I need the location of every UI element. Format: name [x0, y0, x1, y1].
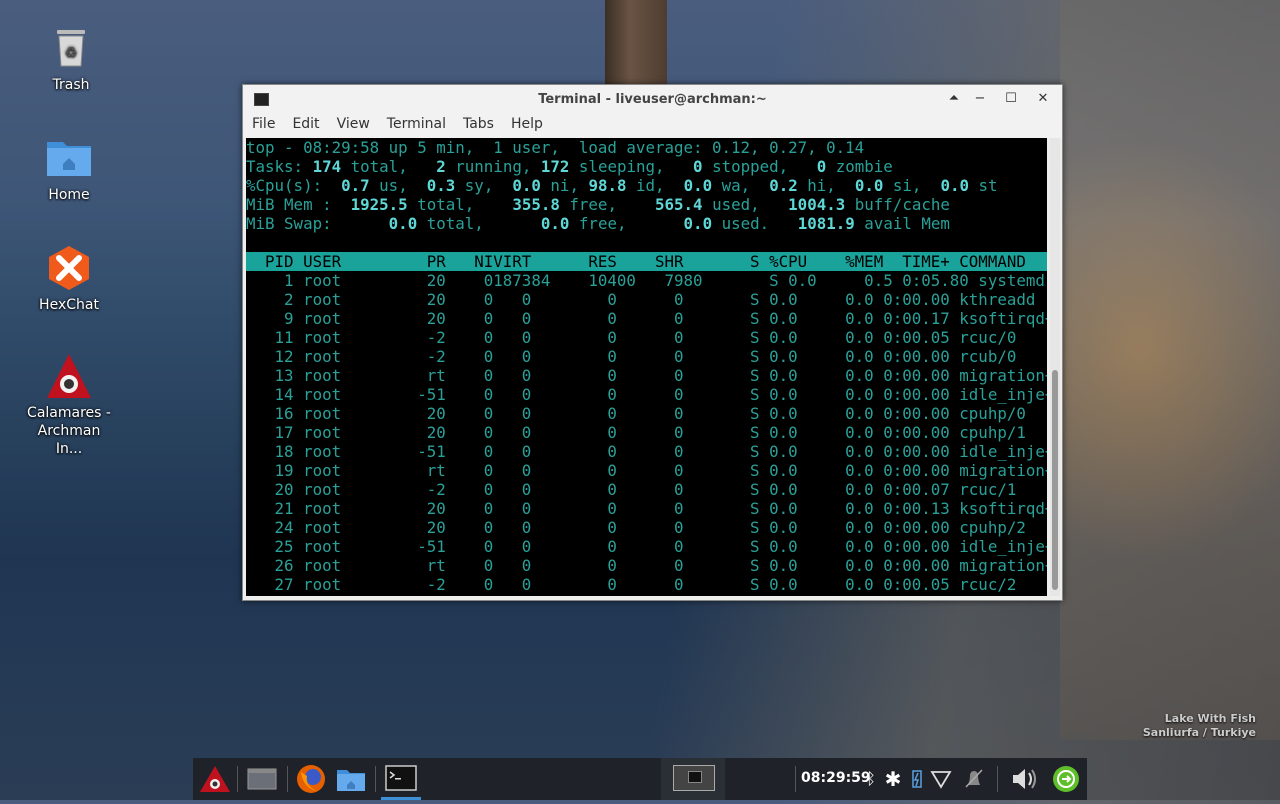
process-row: 27 root -2 0 0 0 0 S 0.0 0.0 0:00.05 rcu…: [246, 575, 1017, 594]
menu-terminal[interactable]: Terminal: [378, 113, 454, 132]
taskbar-separator: [997, 766, 998, 792]
show-desktop-icon[interactable]: [243, 758, 281, 800]
taskbar-separator: [287, 766, 288, 792]
process-row: 17 root 20 0 0 0 0 S 0.0 0.0 0:00.00 cpu…: [246, 423, 1026, 442]
top-swap-line: MiB Swap: 0.0 total, 0.0 free, 0.0 used.…: [246, 214, 950, 233]
menu-file[interactable]: File: [243, 113, 283, 132]
process-table-header: PID USER PR NIVIRT RES SHR S %CPU %MEM T…: [246, 252, 1047, 271]
process-row: 24 root 20 0 0 0 0 S 0.0 0.0 0:00.00 cpu…: [246, 518, 1026, 537]
top-cpu-line: %Cpu(s): 0.7 us, 0.3 sy, 0.0 ni, 98.8 id…: [246, 176, 998, 195]
process-row: 20 root -2 0 0 0 0 S 0.0 0.0 0:00.07 rcu…: [246, 480, 1017, 499]
workspace-1[interactable]: [673, 765, 715, 791]
desktop-icon-label: Calamares - Archman In...: [27, 405, 111, 457]
desktop-icon-hexchat[interactable]: HexChat: [24, 244, 114, 314]
workspace-switcher[interactable]: [661, 758, 725, 800]
shade-button[interactable]: ⏶: [943, 89, 965, 109]
close-button[interactable]: ✕: [1032, 89, 1054, 109]
desktop-icon-label: Home: [48, 187, 90, 203]
process-row: 14 root -51 0 0 0 0 S 0.0 0.0 0:00.00 id…: [246, 385, 1047, 404]
desktop-icon-label: Trash: [52, 77, 90, 93]
maximize-button[interactable]: ☐: [1000, 89, 1022, 109]
menu-bar: File Edit View Terminal Tabs Help: [243, 113, 1062, 138]
process-row: 12 root -2 0 0 0 0 S 0.0 0.0 0:00.00 rcu…: [246, 347, 1017, 366]
hexchat-icon: [45, 244, 93, 292]
taskbar: 08:29:59 ᛒ ✱: [193, 758, 1087, 800]
desktop-icon-home[interactable]: Home: [24, 134, 114, 204]
process-row: 16 root 20 0 0 0 0 S 0.0 0.0 0:00.00 cpu…: [246, 404, 1026, 423]
process-row: 11 root -2 0 0 0 0 S 0.0 0.0 0:00.05 rcu…: [246, 328, 1017, 347]
wallpaper-caption: Lake With Fish Sanliurfa / Turkiye: [1143, 712, 1256, 740]
top-uptime-line: top - 08:29:58 up 5 min, 1 user, load av…: [246, 138, 865, 157]
home-folder-icon: [45, 134, 93, 182]
taskbar-separator: [237, 766, 238, 792]
wifi-icon[interactable]: [929, 758, 953, 800]
wallpaper-pillar: [605, 0, 667, 90]
top-mem-line: MiB Mem : 1925.5 total, 355.8 free, 565.…: [246, 195, 950, 214]
process-row: 21 root 20 0 0 0 0 S 0.0 0.0 0:00.13 kso…: [246, 499, 1047, 518]
top-tasks-line: Tasks: 174 total, 2 running, 172 sleepin…: [246, 157, 893, 176]
terminal-output[interactable]: top - 08:29:58 up 5 min, 1 user, load av…: [246, 138, 1047, 596]
process-row: 18 root -51 0 0 0 0 S 0.0 0.0 0:00.00 id…: [246, 442, 1047, 461]
process-row: 26 root rt 0 0 0 0 S 0.0 0.0 0:00.00 mig…: [246, 556, 1047, 575]
process-row: 2 root 20 0 0 0 0 S 0.0 0.0 0:00.00 kthr…: [246, 290, 1036, 309]
menu-help[interactable]: Help: [502, 113, 551, 132]
taskbar-separator: [375, 766, 376, 792]
desktop-icon-label: HexChat: [39, 297, 99, 313]
firefox-icon[interactable]: [293, 758, 329, 800]
scrollbar-thumb[interactable]: [1052, 370, 1058, 590]
process-row: 9 root 20 0 0 0 0 S 0.0 0.0 0:00.17 ksof…: [246, 309, 1047, 328]
notifications-muted-icon[interactable]: [961, 758, 987, 800]
process-table: 1 root 20 0187384 10400 7980 S 0.0 0.5 0…: [246, 271, 1047, 594]
terminal-window[interactable]: Terminal - liveuser@archman:~ ⏶ − ☐ ✕ Fi…: [242, 84, 1063, 601]
window-title: Terminal - liveuser@archman:~: [538, 92, 767, 107]
wallpaper-wall: [1060, 0, 1280, 740]
calamares-installer-icon: [45, 352, 93, 400]
trash-icon: ♻: [47, 24, 95, 72]
battery-icon[interactable]: [909, 758, 925, 800]
file-manager-icon[interactable]: [333, 758, 369, 800]
menu-view[interactable]: View: [328, 113, 378, 132]
settings-icon[interactable]: ✱: [881, 758, 905, 800]
window-titlebar[interactable]: Terminal - liveuser@archman:~ ⏶ − ☐ ✕: [243, 85, 1062, 113]
process-row: 13 root rt 0 0 0 0 S 0.0 0.0 0:00.00 mig…: [246, 366, 1047, 385]
process-row: 25 root -51 0 0 0 0 S 0.0 0.0 0:00.00 id…: [246, 537, 1047, 556]
desktop-icon-calamares[interactable]: Calamares - Archman In...: [24, 352, 114, 458]
menu-edit[interactable]: Edit: [283, 113, 327, 132]
process-row: 1 root 20 0187384 10400 7980 S 0.0 0.5 0…: [246, 271, 1045, 290]
taskbar-separator: [795, 766, 796, 792]
svg-text:♻: ♻: [65, 45, 78, 61]
minimize-button[interactable]: −: [969, 89, 991, 109]
terminal-scrollbar[interactable]: [1050, 138, 1060, 596]
process-row: 19 root rt 0 0 0 0 S 0.0 0.0 0:00.00 mig…: [246, 461, 1047, 480]
logout-icon[interactable]: [1049, 758, 1083, 800]
bluetooth-icon[interactable]: ᛒ: [861, 758, 881, 800]
wallpaper-caption-line2: Sanliurfa / Turkiye: [1142, 726, 1256, 739]
archman-menu-icon[interactable]: [197, 758, 233, 800]
menu-tabs[interactable]: Tabs: [454, 113, 502, 132]
volume-icon[interactable]: [1007, 758, 1043, 800]
workspace-window-thumbnail: [688, 771, 702, 783]
desktop-icon-trash[interactable]: ♻ Trash: [26, 24, 116, 94]
terminal-icon[interactable]: [381, 758, 421, 800]
wallpaper-caption-line1: Lake With Fish: [1164, 712, 1256, 725]
